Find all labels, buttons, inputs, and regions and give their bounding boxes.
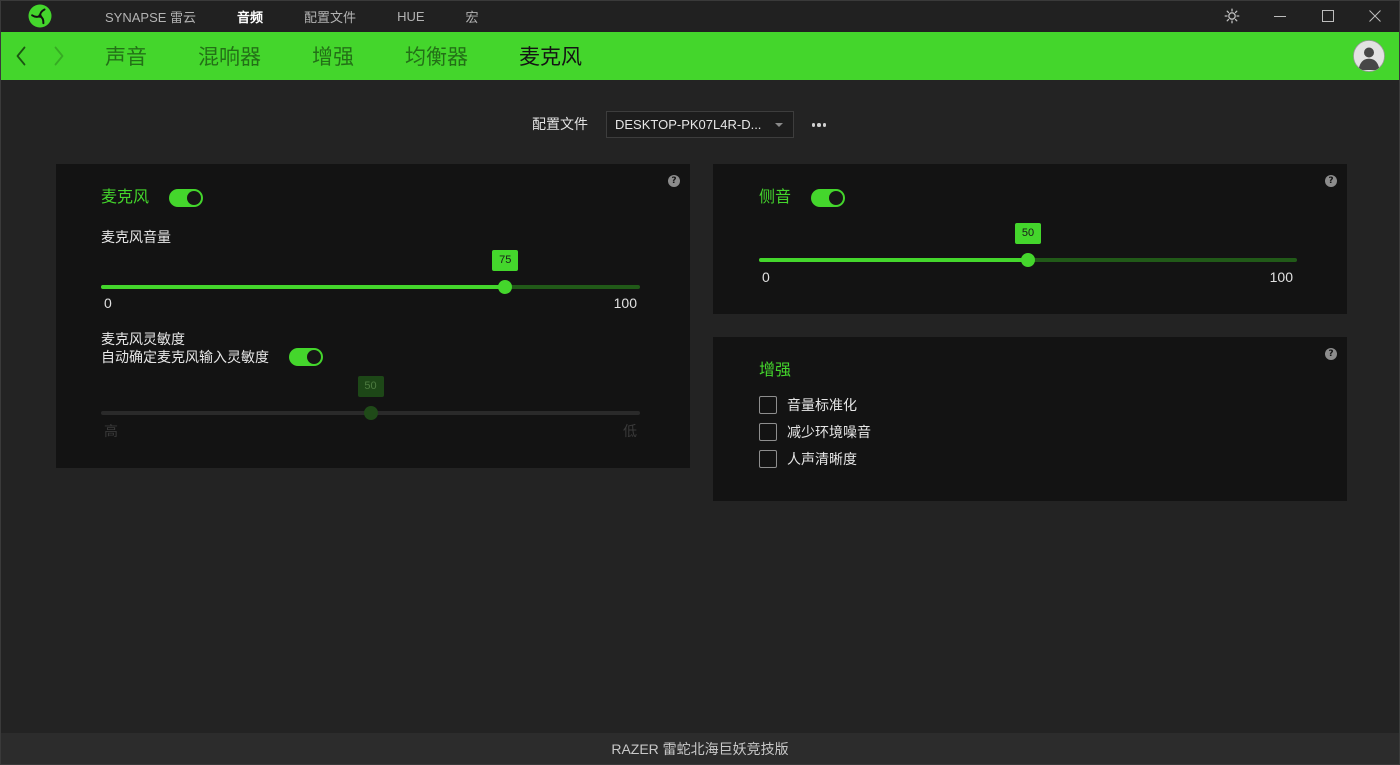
sidetone-header: 侧音 [759, 189, 846, 207]
chevron-left-icon [16, 46, 26, 66]
minimize-icon [1274, 10, 1286, 22]
checkbox[interactable] [759, 450, 777, 468]
sidetone-slider[interactable]: 50 [759, 223, 1297, 267]
mic-volume-label: 麦克风音量 [101, 229, 171, 245]
tab-equalizer[interactable]: 均衡器 [405, 41, 468, 71]
mic-volume-slider[interactable]: 75 [101, 250, 640, 294]
mic-sensitivity-label: 麦克风灵敏度 [101, 331, 185, 347]
sidetone-title: 侧音 [759, 189, 792, 206]
mic-sensitivity-slider: 50 [101, 376, 640, 420]
auto-sensitivity-toggle[interactable] [289, 348, 323, 366]
tab-mixer[interactable]: 混响器 [198, 41, 261, 71]
dropdown-caret-icon [775, 123, 783, 127]
toggle-knob [307, 350, 321, 364]
microphone-toggle[interactable] [169, 189, 204, 207]
profile-dropdown[interactable]: DESKTOP-PK07L4R-D... [606, 111, 794, 138]
range-min-label: 0 [762, 269, 770, 285]
device-footer: RAZER 雷蛇北海巨妖竞技版 [0, 733, 1400, 765]
option-label: 人声清晰度 [787, 451, 857, 467]
forward-button[interactable] [46, 32, 72, 80]
slider-value-bubble: 75 [492, 250, 519, 271]
slider-fill [101, 285, 506, 289]
menu-item-synapse[interactable]: SYNAPSE 雷云 [105, 7, 196, 26]
slider-value-bubble: 50 [1015, 223, 1041, 244]
option-label: 音量标准化 [787, 397, 857, 413]
profile-label: 配置文件 [532, 116, 588, 132]
mic-sensitivity-range: 高 低 [104, 422, 637, 440]
close-icon [1369, 10, 1381, 22]
settings-button[interactable] [1209, 0, 1255, 32]
maximize-button[interactable] [1305, 0, 1351, 32]
back-button[interactable] [8, 32, 34, 80]
close-button[interactable] [1352, 0, 1398, 32]
menu-item-profiles[interactable]: 配置文件 [304, 7, 356, 26]
profile-dropdown-value: DESKTOP-PK07L4R-D... [615, 117, 762, 132]
minimize-button[interactable] [1257, 0, 1303, 32]
main-content: 配置文件 DESKTOP-PK07L4R-D... 麦克风 麦克风音量 75 0 [0, 80, 1400, 733]
synapse-window: SYNAPSE 雷云 音频 配置文件 HUE 宏 声音 混响器 增强 均衡器 麦… [0, 0, 1400, 765]
sidetone-toggle[interactable] [811, 189, 846, 207]
microphone-header: 麦克风 [101, 189, 204, 207]
slider-thumb [363, 406, 378, 420]
top-menu: SYNAPSE 雷云 音频 配置文件 HUE 宏 [105, 0, 479, 32]
auto-sensitivity-row: 自动确定麦克风输入灵敏度 [101, 348, 323, 366]
gear-icon [1224, 8, 1240, 24]
help-icon[interactable] [668, 175, 680, 187]
slider-thumb[interactable] [1021, 253, 1035, 267]
audio-nav-bar: 声音 混响器 增强 均衡器 麦克风 [0, 32, 1400, 80]
razer-logo-icon[interactable] [28, 4, 52, 28]
enhancement-header: 增强 [759, 362, 791, 380]
more-horizontal-icon [811, 123, 827, 127]
profile-more-button[interactable] [808, 117, 830, 133]
menu-item-macro[interactable]: 宏 [466, 7, 479, 26]
range-min-label: 0 [104, 295, 112, 311]
tab-microphone[interactable]: 麦克风 [519, 41, 582, 71]
checkbox[interactable] [759, 396, 777, 414]
chevron-right-icon [54, 46, 64, 66]
range-max-label: 低 [623, 423, 637, 439]
range-max-label: 100 [1269, 269, 1293, 285]
checkbox[interactable] [759, 423, 777, 441]
auto-sensitivity-label: 自动确定麦克风输入灵敏度 [101, 349, 269, 365]
user-avatar-icon [1353, 40, 1385, 72]
range-max-label: 100 [613, 295, 637, 311]
slider-fill [759, 258, 1028, 262]
option-voice-clarity[interactable]: 人声清晰度 [759, 450, 871, 468]
help-icon[interactable] [1325, 175, 1337, 187]
sidetone-range: 0 100 [762, 268, 1293, 286]
user-avatar[interactable] [1353, 40, 1385, 72]
microphone-panel: 麦克风 麦克风音量 75 0 100 麦克风灵敏度 自动确定麦克风输入灵敏度 [56, 164, 690, 468]
toggle-knob [187, 191, 202, 205]
audio-tabs: 声音 混响器 增强 均衡器 麦克风 [105, 32, 582, 80]
microphone-title: 麦克风 [101, 189, 150, 206]
tab-sound[interactable]: 声音 [105, 41, 147, 71]
device-name: RAZER 雷蛇北海巨妖竞技版 [611, 741, 789, 757]
menu-item-audio[interactable]: 音频 [237, 7, 263, 26]
tab-enhancement[interactable]: 增强 [312, 41, 354, 71]
mic-volume-range: 0 100 [104, 294, 637, 312]
range-min-label: 高 [104, 423, 118, 439]
sidetone-panel: 侧音 50 0 100 [713, 164, 1347, 314]
enhancement-panel: 增强 音量标准化 减少环境噪音 人声清晰度 [713, 337, 1347, 501]
menu-item-hue[interactable]: HUE [397, 9, 424, 24]
title-bar: SYNAPSE 雷云 音频 配置文件 HUE 宏 [0, 0, 1400, 32]
enhancement-options: 音量标准化 减少环境噪音 人声清晰度 [759, 396, 871, 477]
option-ambient-noise-reduction[interactable]: 减少环境噪音 [759, 423, 871, 441]
maximize-icon [1322, 10, 1334, 22]
enhancement-title: 增强 [759, 362, 792, 379]
help-icon[interactable] [1325, 348, 1337, 360]
slider-thumb[interactable] [498, 280, 513, 294]
option-volume-normalization[interactable]: 音量标准化 [759, 396, 871, 414]
slider-value-bubble: 50 [357, 376, 384, 397]
option-label: 减少环境噪音 [787, 424, 871, 440]
toggle-knob [829, 191, 844, 205]
